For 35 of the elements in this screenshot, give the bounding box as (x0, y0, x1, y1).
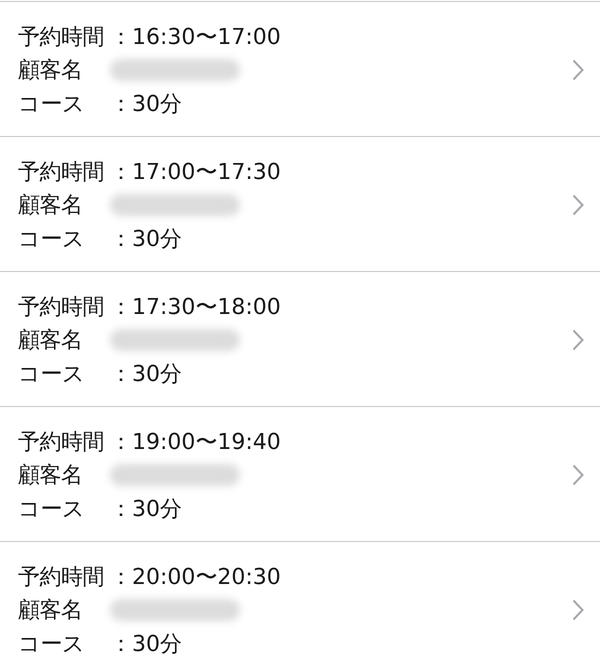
field-label: 顧客名 (18, 597, 84, 625)
field-value: ：30分 (110, 630, 182, 658)
field-value: ：16:30〜17:00 (110, 24, 281, 52)
chevron-right-icon (572, 329, 584, 351)
field-label: 予約時間 (18, 294, 105, 322)
field-label: 予約時間 (18, 428, 105, 456)
field-label: 顧客名 (18, 57, 84, 85)
field-label: コース (18, 90, 86, 118)
field-value: ：20:00〜20:30 (110, 564, 281, 592)
field-label: 予約時間 (18, 564, 105, 592)
field-value: ：30分 (110, 360, 182, 388)
field-value: ：17:30〜18:00 (110, 294, 281, 322)
chevron-right-icon (572, 464, 584, 486)
field-label: コース (18, 630, 86, 658)
reservation-row[interactable]: 予約時間 ：17:00〜17:30 顧客名 コース ：30分 (0, 137, 600, 272)
field-value: ：30分 (110, 496, 182, 524)
field-label: 顧客名 (18, 327, 84, 355)
field-label: 顧客名 (18, 192, 84, 220)
field-label: コース (18, 496, 86, 524)
chevron-right-icon (572, 59, 584, 81)
field-label: コース (18, 226, 86, 254)
field-value: ：17:00〜17:30 (110, 158, 281, 186)
chevron-right-icon (572, 599, 584, 621)
field-label: コース (18, 360, 86, 388)
field-value: ：30分 (110, 226, 182, 254)
field-label: 予約時間 (18, 158, 105, 186)
reservation-row[interactable]: 予約時間 ：20:00〜20:30 顧客名 コース ：30分 (0, 542, 600, 667)
chevron-right-icon (572, 194, 584, 216)
field-value: ：30分 (110, 90, 182, 118)
reservation-row[interactable]: 予約時間 ：16:30〜17:00 顧客名 コース ：30分 (0, 2, 600, 137)
reservation-row[interactable]: 予約時間 ：17:30〜18:00 顧客名 コース ：30分 (0, 272, 600, 407)
reservation-row[interactable]: 予約時間 ：19:00〜19:40 顧客名 コース ：30分 (0, 407, 600, 542)
field-label: 予約時間 (18, 24, 105, 52)
field-label: 顧客名 (18, 462, 84, 490)
field-value: ：19:00〜19:40 (110, 428, 281, 456)
